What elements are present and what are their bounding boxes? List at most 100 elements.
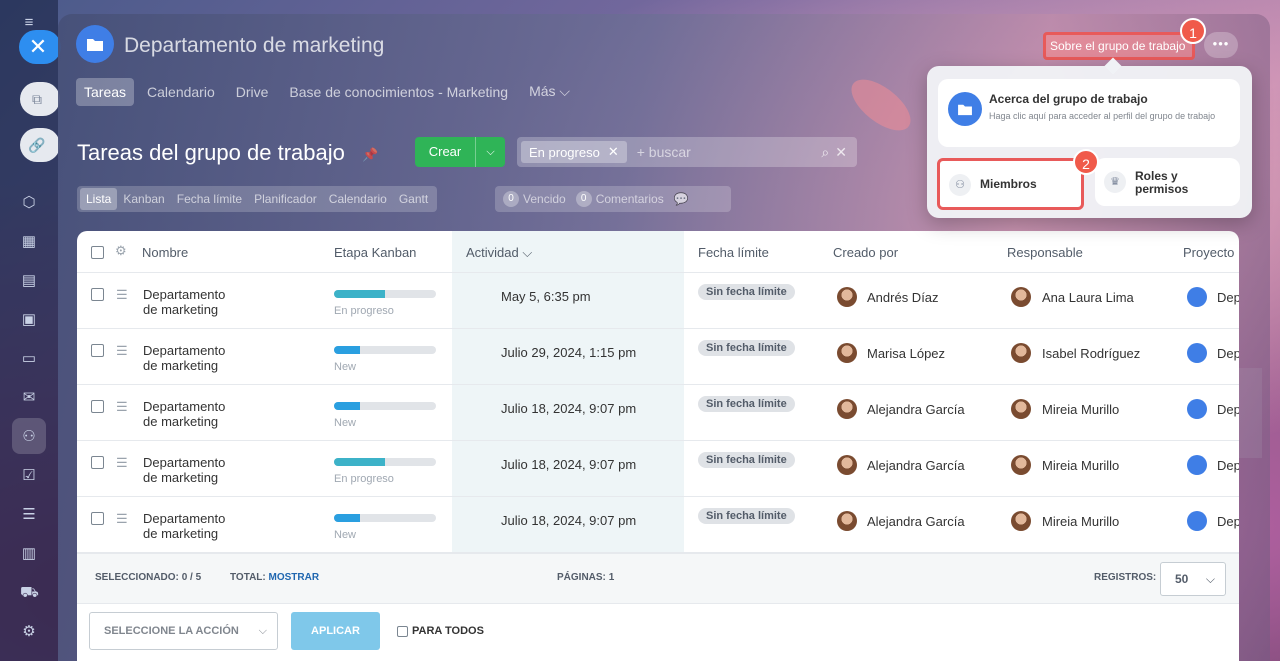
project-icon[interactable] (1187, 287, 1207, 307)
chevron-down-icon[interactable]: ⌵ (475, 137, 505, 167)
show-total-link[interactable]: MOSTRAR (269, 572, 320, 583)
tasks-icon[interactable]: ☑ (20, 467, 38, 485)
deadline-badge[interactable]: Sin fecha límite (698, 284, 795, 300)
tab-tasks[interactable]: Tareas (76, 77, 135, 106)
project-name[interactable]: Dep (1217, 402, 1239, 417)
select-action-dropdown[interactable]: SELECCIONE LA ACCIÓN ⌵ (89, 612, 278, 650)
col-responsible[interactable]: Responsable (1007, 245, 1083, 260)
table-row[interactable]: ☰ Departamento de marketing En progreso M… (77, 273, 1239, 329)
about-workgroup-card[interactable]: Acerca del grupo de trabajo Haga clic aq… (938, 79, 1240, 147)
avatar[interactable] (837, 511, 857, 531)
project-name[interactable]: Dep (1217, 346, 1239, 361)
read-all-icon[interactable]: 💬 (674, 192, 689, 206)
clear-icon[interactable]: ✕ (835, 144, 847, 161)
avatar[interactable] (1011, 455, 1031, 475)
view-planner[interactable]: Planificador (248, 188, 323, 210)
select-all-checkbox[interactable] (91, 246, 104, 259)
view-kanban[interactable]: Kanban (117, 188, 170, 210)
apply-button[interactable]: APLICAR (291, 612, 380, 650)
row-checkbox[interactable] (91, 344, 104, 357)
project-icon[interactable] (1187, 343, 1207, 363)
created-by[interactable]: Andrés Díaz (867, 290, 939, 305)
avatar[interactable] (837, 287, 857, 307)
tab-drive[interactable]: Drive (228, 78, 277, 106)
deadline-badge[interactable]: Sin fecha límite (698, 396, 795, 412)
task-name[interactable]: Departamento de marketing (143, 399, 225, 429)
col-created-by[interactable]: Creado por (833, 245, 898, 260)
chip-close-icon[interactable]: ✕ (608, 144, 619, 160)
drag-handle-icon[interactable]: ☰ (116, 455, 128, 471)
row-checkbox[interactable] (91, 456, 104, 469)
project-icon[interactable] (1187, 399, 1207, 419)
table-row[interactable]: ☰ Departamento de marketing New Julio 18,… (77, 385, 1239, 441)
analytics-icon[interactable]: ▥ (20, 545, 38, 563)
task-name[interactable]: Departamento de marketing (143, 455, 225, 485)
col-name[interactable]: Nombre (142, 245, 188, 260)
drag-handle-icon[interactable]: ☰ (116, 511, 128, 527)
automation-icon[interactable]: ☰ (20, 506, 38, 524)
deadline-badge[interactable]: Sin fecha límite (698, 340, 795, 356)
avatar[interactable] (1011, 399, 1031, 419)
tab-more[interactable]: Más ⌵ (521, 77, 578, 106)
avatar[interactable] (837, 399, 857, 419)
responsible[interactable]: Isabel Rodríguez (1042, 346, 1140, 361)
col-deadline[interactable]: Fecha límite (698, 245, 769, 260)
sites-icon[interactable]: ⬡ (20, 194, 38, 212)
project-name[interactable]: Dep (1217, 458, 1239, 473)
created-by[interactable]: Marisa López (867, 346, 945, 361)
created-by[interactable]: Alejandra García (867, 514, 965, 529)
avatar[interactable] (1011, 511, 1031, 531)
mail-icon[interactable]: ✉ (20, 389, 38, 407)
row-checkbox[interactable] (91, 288, 104, 301)
task-name[interactable]: Departamento de marketing (143, 511, 225, 541)
project-name[interactable]: Dep (1217, 290, 1239, 305)
open-new-window-icon[interactable]: ⧉ (20, 82, 60, 116)
records-select[interactable]: 50 ⌵ (1160, 562, 1226, 596)
more-options-button[interactable]: ••• (1204, 32, 1238, 58)
avatar[interactable] (1011, 343, 1031, 363)
board-icon[interactable]: ▣ (20, 311, 38, 329)
avatar[interactable] (837, 343, 857, 363)
roles-permissions-card[interactable]: ♛ Roles y permisos (1095, 158, 1240, 206)
avatar[interactable] (837, 455, 857, 475)
responsible[interactable]: Mireia Murillo (1042, 514, 1119, 529)
search-input[interactable]: + buscar (637, 144, 822, 160)
view-deadline[interactable]: Fecha límite (171, 188, 248, 210)
groups-icon[interactable]: ⚇ (20, 428, 38, 446)
settings-icon[interactable]: ⚙ (20, 623, 38, 641)
col-activity[interactable]: Actividad ⌵ (466, 245, 532, 261)
pin-icon[interactable]: 📌 (362, 147, 378, 163)
tab-calendar[interactable]: Calendario (139, 78, 223, 106)
for-all-checkbox[interactable]: PARA TODOS (397, 625, 484, 637)
search-filter[interactable]: En progreso ✕ + buscar ⌕ ✕ (517, 137, 857, 167)
view-calendar[interactable]: Calendario (323, 188, 393, 210)
drag-handle-icon[interactable]: ☰ (116, 287, 128, 303)
responsible[interactable]: Ana Laura Lima (1042, 290, 1134, 305)
project-icon[interactable] (1187, 511, 1207, 531)
grid-settings-icon[interactable]: ⚙ (115, 243, 127, 259)
col-project[interactable]: Proyecto (1183, 245, 1234, 260)
docs-icon[interactable]: ▤ (20, 272, 38, 290)
drag-handle-icon[interactable]: ☰ (116, 399, 128, 415)
search-icon[interactable]: ⌕ (821, 144, 829, 161)
deadline-badge[interactable]: Sin fecha límite (698, 508, 795, 524)
created-by[interactable]: Alejandra García (867, 402, 965, 417)
about-workgroup-button[interactable]: Sobre el grupo de trabajo (1043, 32, 1195, 60)
close-slider-button[interactable]: ✕ (19, 30, 61, 64)
create-button[interactable]: Crear ⌵ (415, 137, 505, 167)
row-checkbox[interactable] (91, 400, 104, 413)
overdue-counter[interactable]: 0 Vencido (503, 191, 566, 207)
deadline-badge[interactable]: Sin fecha límite (698, 452, 795, 468)
row-checkbox[interactable] (91, 512, 104, 525)
shop-icon[interactable]: ⛟ (20, 584, 39, 602)
filter-chip[interactable]: En progreso ✕ (521, 141, 627, 163)
table-row[interactable]: ☰ Departamento de marketing En progreso J… (77, 441, 1239, 497)
avatar[interactable] (1011, 287, 1031, 307)
responsible[interactable]: Mireia Murillo (1042, 402, 1119, 417)
responsible[interactable]: Mireia Murillo (1042, 458, 1119, 473)
task-name[interactable]: Departamento de marketing (143, 287, 225, 317)
project-name[interactable]: Dep (1217, 514, 1239, 529)
created-by[interactable]: Alejandra García (867, 458, 965, 473)
calendar-icon[interactable]: ▦ (20, 233, 38, 251)
view-gantt[interactable]: Gantt (393, 188, 434, 210)
